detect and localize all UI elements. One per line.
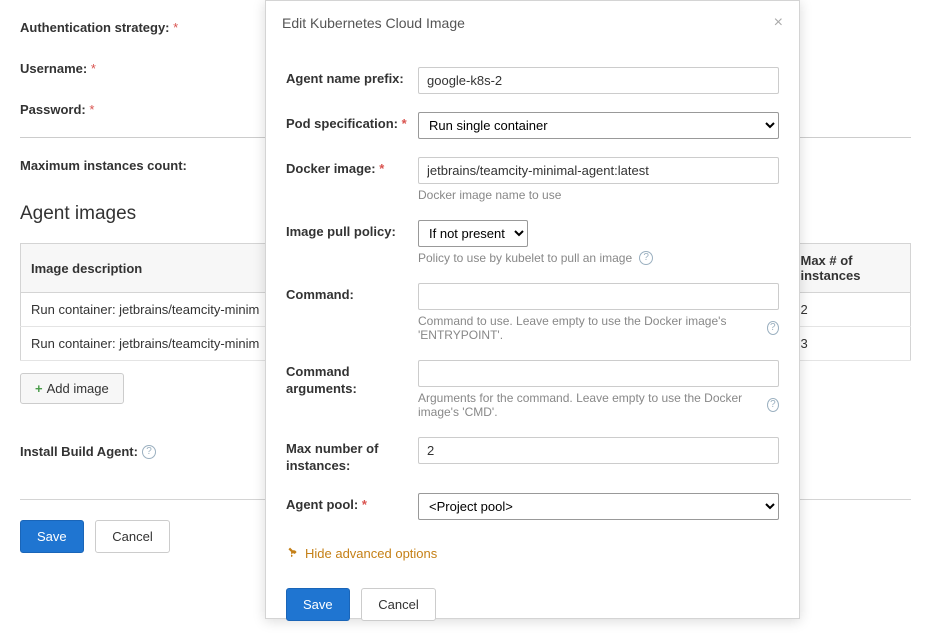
required-marker: * [170, 20, 179, 35]
cell-max: 3 [791, 327, 911, 361]
required-marker: * [86, 102, 95, 117]
cmd-args-input[interactable] [418, 360, 779, 387]
command-hint: Command to use. Leave empty to use the D… [418, 314, 760, 342]
cancel-button[interactable]: Cancel [95, 520, 169, 553]
command-input[interactable] [418, 283, 779, 310]
required-marker: * [87, 61, 96, 76]
cell-max: 2 [791, 293, 911, 327]
pull-policy-label: Image pull policy: [286, 220, 418, 241]
agent-prefix-input[interactable] [418, 67, 779, 94]
install-agent-label: Install Build Agent: [20, 444, 138, 459]
cmd-args-label: Command arguments: [286, 360, 418, 398]
help-icon[interactable]: ? [142, 445, 156, 459]
required-marker: * [402, 116, 407, 131]
pull-policy-select[interactable]: If not present [418, 220, 528, 247]
required-marker: * [379, 161, 384, 176]
help-icon[interactable]: ? [767, 398, 779, 412]
add-image-button[interactable]: + Add image [20, 373, 124, 404]
agent-prefix-label: Agent name prefix: [286, 67, 418, 88]
pod-spec-select[interactable]: Run single container [418, 112, 779, 139]
edit-cloud-image-modal: Edit Kubernetes Cloud Image × Agent name… [265, 0, 800, 619]
help-icon[interactable]: ? [639, 251, 653, 265]
modal-cancel-button[interactable]: Cancel [361, 588, 435, 621]
pod-spec-label: Pod specification: [286, 116, 398, 131]
docker-image-input[interactable] [418, 157, 779, 184]
modal-save-button[interactable]: Save [286, 588, 350, 621]
agent-pool-label: Agent pool: [286, 497, 358, 512]
username-label: Username: [20, 61, 87, 76]
agent-pool-select[interactable]: <Project pool> [418, 493, 779, 520]
modal-title: Edit Kubernetes Cloud Image [282, 15, 465, 31]
required-marker: * [362, 497, 367, 512]
command-label: Command: [286, 283, 418, 304]
pull-policy-hint: Policy to use by kubelet to pull an imag… [418, 251, 632, 265]
docker-image-label: Docker image: [286, 161, 376, 176]
hide-advanced-options-link[interactable]: Hide advanced options [286, 546, 437, 562]
password-label: Password: [20, 102, 86, 117]
max-instances-label: Max number of instances: [286, 437, 418, 475]
advanced-options-label: Hide advanced options [305, 546, 437, 561]
help-icon[interactable]: ? [767, 321, 779, 335]
cmd-args-hint: Arguments for the command. Leave empty t… [418, 391, 760, 419]
max-instances-label: Maximum instances count: [20, 158, 187, 173]
save-button[interactable]: Save [20, 520, 84, 553]
col-max-instances: Max # of instances [791, 244, 911, 293]
wrench-icon [286, 546, 299, 562]
max-instances-input[interactable] [418, 437, 779, 464]
docker-image-hint: Docker image name to use [418, 188, 779, 202]
close-icon[interactable]: × [774, 15, 783, 31]
plus-icon: + [35, 381, 43, 396]
auth-strategy-label: Authentication strategy: [20, 20, 170, 35]
add-image-label: Add image [47, 381, 109, 396]
